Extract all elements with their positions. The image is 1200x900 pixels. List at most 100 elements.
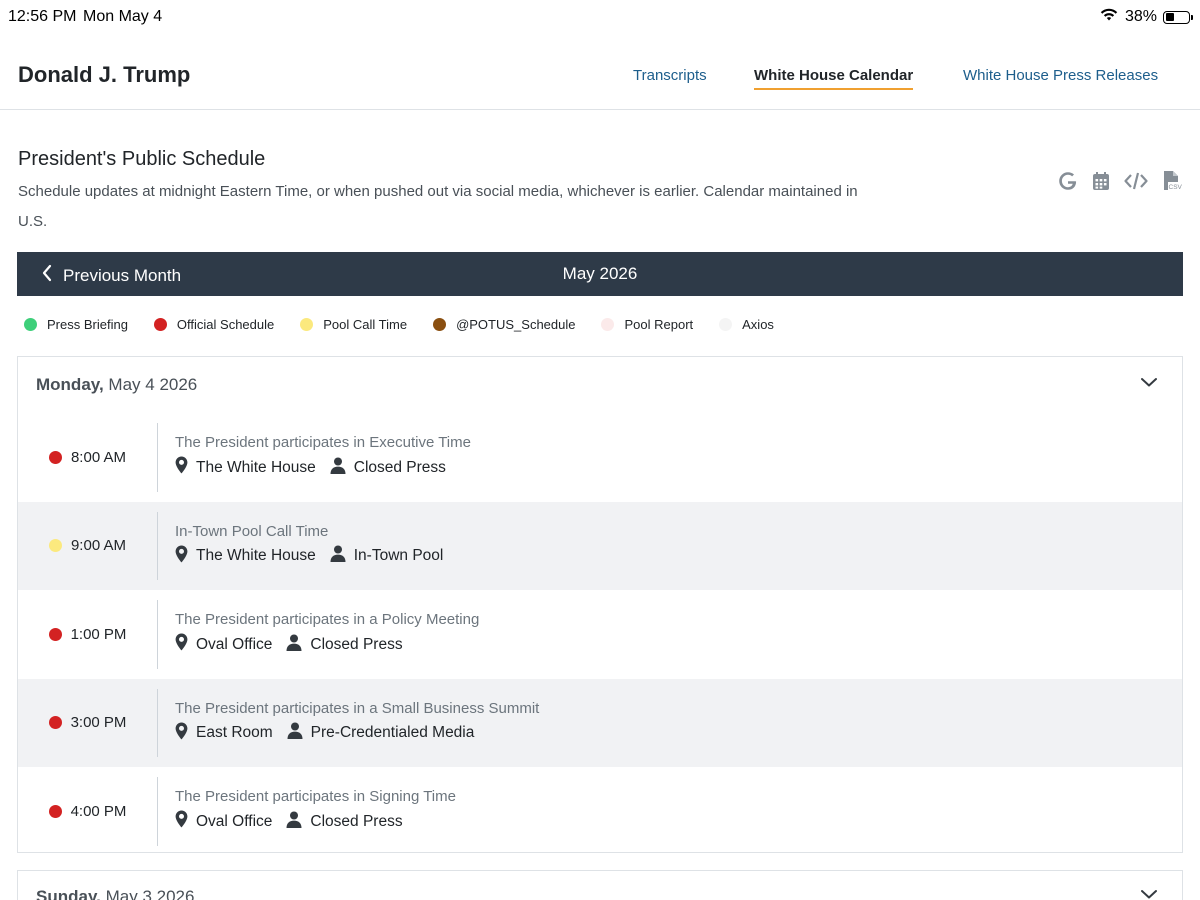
event-divider (157, 511, 158, 580)
event-meta: East Room Pre-Credentialed Media (175, 722, 488, 745)
legend-dot (601, 318, 615, 331)
battery-fill (1165, 13, 1174, 21)
event-coverage: Closed Press (286, 811, 403, 833)
event-type-dot (48, 627, 62, 641)
page-description: Schedule updates at midnight Eastern Tim… (18, 183, 858, 230)
legend-dot (300, 318, 314, 331)
legend-label: Axios (742, 317, 774, 332)
event-title: In-Town Pool Call Time (175, 522, 329, 540)
day-date: May 4 2026 (108, 375, 198, 394)
event-divider (157, 777, 158, 846)
person-icon (287, 722, 303, 744)
day-title: Monday, May 4 2026 (36, 375, 197, 395)
event-divider (157, 423, 158, 492)
person-icon (286, 634, 302, 656)
legend-dot (24, 318, 37, 331)
event-time-cell: 1:00 PM (18, 590, 157, 679)
legend-potus-schedule[interactable]: @POTUS_Schedule (433, 317, 575, 332)
event-location: Oval Office (175, 810, 272, 833)
event-title: The President participates in Signing Ti… (175, 788, 456, 805)
event-title: The President participates in Executive … (175, 434, 471, 451)
event-time: 3:00 PM (70, 714, 127, 732)
schedule-event[interactable]: 4:00 PM The President participates in Si… (18, 767, 1182, 856)
nav-white-house-press-releases[interactable]: White House Press Releases (963, 67, 1158, 84)
event-coverage-text: Closed Press (310, 812, 403, 830)
legend-pool-call-time[interactable]: Pool Call Time (300, 317, 407, 332)
legend-dot (153, 318, 167, 331)
legend-label: Pool Report (624, 317, 694, 332)
event-location-text: East Room (196, 724, 273, 741)
person-icon (330, 545, 346, 567)
legend-label: Official Schedule (176, 317, 275, 332)
event-time-cell: 8:00 AM (18, 413, 157, 502)
map-pin-icon (175, 810, 188, 833)
legend-dot (433, 318, 447, 331)
status-bar: 12:56 PM Mon May 4 38% (0, 0, 1200, 34)
site-brand[interactable]: Donald J. Trump (18, 62, 190, 88)
csv-file-icon[interactable]: CSV (1162, 170, 1182, 192)
person-icon (286, 811, 302, 833)
legend-press-briefing[interactable]: Press Briefing (24, 317, 128, 332)
schedule-event[interactable]: 3:00 PM The President participates in a … (18, 678, 1182, 768)
svg-text:CSV: CSV (1169, 184, 1183, 191)
event-time: 1:00 PM (70, 625, 127, 643)
current-month-label: May 2026 (562, 264, 638, 283)
event-meta: Oval Office Closed Press (175, 633, 417, 656)
wifi-icon (1099, 7, 1119, 27)
legend-axios[interactable]: Axios (719, 317, 774, 332)
legend-official-schedule[interactable]: Official Schedule (153, 317, 275, 332)
chevron-down-icon[interactable] (1140, 887, 1158, 900)
event-location-text: The White House (196, 547, 316, 564)
battery-icon (1163, 10, 1193, 24)
day-title: Sunday, May 3 2026 (36, 887, 194, 900)
status-right: 38% (1099, 7, 1193, 27)
calendar-icon[interactable] (1092, 170, 1110, 192)
event-legend: Press Briefing Official Schedule Pool Ca… (24, 317, 800, 332)
event-coverage: Closed Press (286, 634, 403, 656)
status-date: Mon May 4 (83, 8, 163, 25)
site-header: Donald J. Trump Transcripts White House … (0, 34, 1200, 110)
event-time: 4:00 PM (70, 802, 127, 820)
event-type-dot (48, 539, 62, 553)
event-meta: The White House In-Town Pool (175, 545, 457, 568)
event-divider (157, 600, 158, 669)
day-header[interactable]: Sunday, May 3 2026 (18, 871, 1182, 900)
event-location: The White House (175, 545, 316, 568)
day-header[interactable]: Monday, May 4 2026 (18, 357, 1182, 413)
event-coverage: Pre-Credentialed Media (287, 722, 475, 744)
day-weekday: Sunday, (36, 887, 101, 900)
nav-transcripts[interactable]: Transcripts (633, 67, 707, 84)
event-type-dot (48, 804, 62, 818)
event-time-cell: 3:00 PM (18, 679, 157, 768)
event-location: East Room (175, 722, 273, 745)
event-title: The President participates in a Policy M… (175, 611, 480, 628)
map-pin-icon (175, 545, 188, 568)
schedule-event[interactable]: 9:00 AM In-Town Pool Call Time The White… (18, 501, 1182, 591)
legend-label: Press Briefing (47, 317, 128, 332)
month-navigation-bar: Previous Month May 2026 (17, 252, 1183, 296)
map-pin-icon (175, 722, 188, 745)
event-location: The White House (175, 456, 316, 479)
battery-percent: 38% (1124, 8, 1157, 25)
event-time: 8:00 AM (70, 448, 127, 466)
legend-label: @POTUS_Schedule (456, 317, 576, 332)
event-coverage-text: Closed Press (310, 635, 403, 653)
event-coverage: In-Town Pool (330, 545, 443, 567)
event-coverage-text: Closed Press (353, 458, 446, 476)
nav-white-house-calendar[interactable]: White House Calendar (754, 67, 914, 90)
legend-pool-report[interactable]: Pool Report (601, 317, 693, 332)
event-type-dot (48, 450, 62, 464)
event-type-dot (48, 716, 62, 730)
embed-code-icon[interactable] (1124, 170, 1148, 192)
map-pin-icon (175, 456, 188, 479)
event-coverage-text: Pre-Credentialed Media (310, 724, 475, 741)
schedule-event[interactable]: 1:00 PM The President participates in a … (18, 590, 1182, 679)
page-title: President's Public Schedule (18, 148, 266, 170)
map-pin-icon (175, 633, 188, 656)
schedule-event[interactable]: 8:00 AM The President participates in Ex… (18, 413, 1182, 502)
event-time-cell: 9:00 AM (18, 502, 157, 591)
google-icon[interactable] (1058, 170, 1078, 192)
day-card: Monday, May 4 2026 8:00 AM The President… (17, 356, 1183, 853)
event-location: Oval Office (175, 633, 272, 656)
chevron-down-icon[interactable] (1140, 375, 1158, 393)
